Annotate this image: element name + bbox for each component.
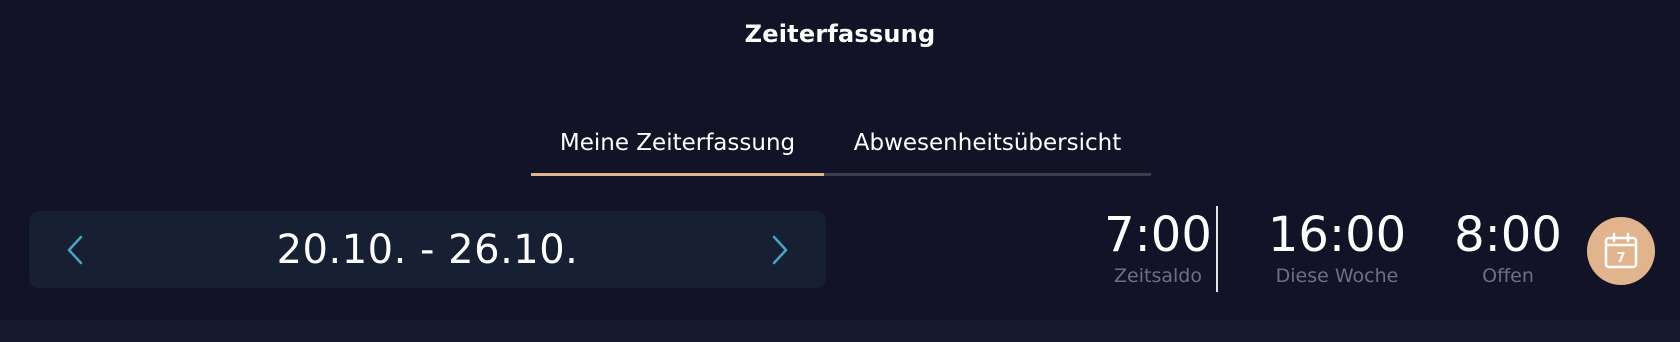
chevron-right-icon [772,235,788,264]
chevron-left-icon [67,235,83,264]
stat-diese-woche: 16:00 Diese Woche [1262,207,1412,287]
stat-label: Diese Woche [1275,265,1399,287]
stat-value: 7:00 [1104,207,1212,263]
tab-abwesenheitsuebersicht[interactable]: Abwesenheitsübersicht [824,110,1151,176]
calendar-button[interactable]: 7 [1587,217,1655,285]
tab-bar: Meine Zeiterfassung Abwesenheitsübersich… [531,110,1151,178]
stat-label: Zeitsaldo [1114,265,1202,287]
tab-meine-zeiterfassung[interactable]: Meine Zeiterfassung [531,110,824,176]
stat-label: Offen [1482,265,1534,287]
page-title: Zeiterfassung [744,20,936,48]
content-area-edge [0,320,1680,342]
tab-label: Meine Zeiterfassung [559,130,796,156]
stat-divider [1216,206,1218,292]
next-week-button[interactable] [762,232,798,268]
previous-week-button[interactable] [57,232,93,268]
week-range: 20.10. - 26.10. [276,226,579,273]
stat-zeitsaldo: 7:00 Zeitsaldo [1100,207,1216,287]
stat-offen: 8:00 Offen [1448,207,1568,287]
tab-active-indicator [531,173,824,176]
calendar-day-number: 7 [1616,251,1625,266]
calendar-icon: 7 [1604,232,1638,269]
tab-underline [824,173,1151,176]
stat-value: 16:00 [1267,207,1407,263]
tab-label: Abwesenheitsübersicht [853,130,1122,156]
stat-value: 8:00 [1454,207,1562,263]
week-navigator: 20.10. - 26.10. [29,211,826,288]
